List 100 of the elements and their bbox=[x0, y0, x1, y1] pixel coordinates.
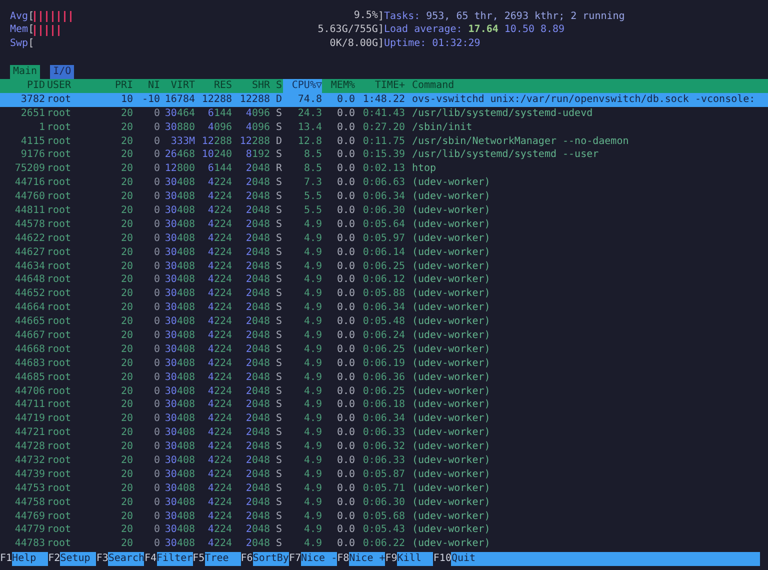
table-row[interactable]: 44811 root 20 0 30408 4224 2048 S 5.5 0.0 0:06.30 (udev-worker) bbox=[0, 204, 768, 218]
table-cell-text: 0 bbox=[152, 273, 160, 288]
table-cell-text: 30464 bbox=[164, 106, 195, 121]
function-key-button[interactable]: Setup bbox=[60, 552, 96, 566]
table-cell-text: 4224 bbox=[206, 246, 232, 260]
table-row[interactable]: 44711 root 20 0 30408 4224 2048 S 4.9 0.0 0:06.18 (udev-worker) bbox=[0, 398, 768, 412]
function-key-button[interactable]: Kill bbox=[397, 552, 434, 566]
table-cell-text: 0.0 bbox=[336, 370, 355, 385]
table-row[interactable]: 44665 root 20 0 30408 4224 2048 S 4.9 0.0 0:05.48 (udev-worker) bbox=[0, 315, 768, 329]
table-row[interactable]: 3782 root 10 -10 16784 12288 12288 D 74.8 0.0 1:48.22 ovs-vswitchd unix:/var/run/openvswitch/db.sock -vconsole: bbox=[0, 92, 768, 107]
tab[interactable]: Main bbox=[10, 65, 40, 79]
table-cell-text: 2048 bbox=[244, 190, 270, 204]
table-cell-text: 30408 bbox=[164, 384, 195, 398]
table-row[interactable]: 44760 root 20 0 30408 4224 2048 S 5.5 0.0 0:06.34 (udev-worker) bbox=[0, 190, 768, 204]
function-key-button[interactable]: Search bbox=[108, 552, 144, 566]
table-cell-text: S bbox=[275, 510, 283, 524]
table-cell-text: 0.0 bbox=[336, 287, 355, 302]
table-cell-text: 2048 bbox=[244, 482, 270, 496]
table-row[interactable]: 9176 root 20 0 26468 10240 8192 S 8.5 0.0 0:15.39 /usr/lib/systemd/systemd --user bbox=[0, 148, 768, 162]
table-row[interactable]: 44719 root 20 0 30408 4224 2048 S 4.9 0.0 0:06.34 (udev-worker) bbox=[0, 412, 768, 426]
table-cell-text: S bbox=[275, 176, 283, 190]
column-header[interactable]: S bbox=[270, 78, 283, 93]
function-key-button[interactable]: Nice + bbox=[349, 552, 386, 566]
table-row[interactable]: 44716 root 20 0 30408 4224 2048 S 7.3 0.0 0:06.63 (udev-worker) bbox=[0, 176, 768, 190]
table-cell-text: S bbox=[275, 412, 283, 426]
column-header[interactable]: SHR bbox=[232, 78, 270, 93]
column-header[interactable]: CPU%▽ bbox=[283, 78, 322, 93]
table-cell-text: 20 bbox=[120, 287, 133, 302]
table-row[interactable]: 44683 root 20 0 30408 4224 2048 S 4.9 0.0 0:06.19 (udev-worker) bbox=[0, 356, 768, 371]
table-row[interactable]: 4115 root 20 0 333M 12288 12288 D 12.8 0.0 0:11.75 /usr/sbin/NetworkManager --no-daemon bbox=[0, 134, 768, 148]
table-row[interactable]: 44706 root 20 0 30408 4224 2048 S 4.9 0.0 0:06.25 (udev-worker) bbox=[0, 384, 768, 398]
function-key-button[interactable]: Nice - bbox=[300, 552, 338, 566]
table-row[interactable]: 44668 root 20 0 30408 4224 2048 S 4.9 0.0 0:06.25 (udev-worker) bbox=[0, 342, 768, 357]
column-header[interactable]: USER bbox=[47, 78, 112, 93]
table-row[interactable]: 44634 root 20 0 30408 4224 2048 S 4.9 0.0 0:06.25 (udev-worker) bbox=[0, 260, 768, 274]
table-cell-text: root bbox=[47, 468, 72, 482]
table-cell-text: 20 bbox=[120, 162, 133, 176]
table-cell-text: root bbox=[47, 190, 72, 204]
table-cell-text: 30408 bbox=[164, 204, 195, 218]
table-row[interactable]: 2651 root 20 0 30464 6144 4096 S 24.3 0.0 0:41.43 /usr/lib/systemd/systemd-udevd bbox=[0, 106, 768, 121]
table-cell-text: 4.9 bbox=[302, 342, 322, 357]
table-row[interactable]: 44758 root 20 0 30408 4224 2048 S 4.9 0.0 0:06.30 (udev-worker) bbox=[0, 496, 768, 510]
column-header[interactable]: RES bbox=[195, 78, 232, 93]
table-row[interactable]: 44652 root 20 0 30408 4224 2048 S 4.9 0.0 0:05.88 (udev-worker) bbox=[0, 287, 768, 302]
table-cell-text: 0:06.34 bbox=[362, 412, 405, 426]
table-cell-text: 30408 bbox=[164, 523, 195, 538]
table-row[interactable]: 44783 root 20 0 30408 4224 2048 S 4.9 0.0 0:06.22 (udev-worker) bbox=[0, 537, 768, 552]
table-row[interactable]: 44728 root 20 0 30408 4224 2048 S 4.9 0.0 0:06.32 (udev-worker) bbox=[0, 440, 768, 454]
table-row[interactable]: 44664 root 20 0 30408 4224 2048 S 4.9 0.0 0:06.34 (udev-worker) bbox=[0, 301, 768, 316]
meter-value: 0K/8.00G bbox=[330, 37, 378, 52]
function-key-button[interactable]: SortBy bbox=[252, 552, 289, 566]
table-cell-text: 26468 bbox=[164, 148, 195, 162]
column-header[interactable]: TIME+ bbox=[355, 78, 405, 93]
column-header[interactable]: PRI bbox=[112, 78, 133, 93]
table-cell-text: 4224 bbox=[206, 204, 232, 218]
column-header[interactable]: MEM% bbox=[322, 78, 355, 93]
table-cell-text: 4224 bbox=[206, 496, 232, 510]
table-cell-text: 44627 bbox=[14, 246, 45, 260]
meter-value: 9.5% bbox=[354, 9, 378, 24]
bracket: [ bbox=[28, 37, 34, 52]
table-row[interactable]: 75209 root 20 0 12800 6144 2048 R 8.5 0.0 0:02.13 htop bbox=[0, 162, 768, 176]
column-header[interactable]: Command bbox=[412, 78, 454, 93]
table-cell-text: 5.5 bbox=[302, 204, 322, 218]
table-cell-text: root bbox=[47, 315, 72, 329]
table-cell-text: 0:06.34 bbox=[362, 301, 405, 316]
table-cell: (udev-worker) bbox=[412, 273, 490, 288]
column-header[interactable]: NI bbox=[133, 78, 160, 93]
table-cell-text: 44760 bbox=[14, 190, 45, 204]
table-row[interactable]: 44769 root 20 0 30408 4224 2048 S 4.9 0.0 0:05.68 (udev-worker) bbox=[0, 510, 768, 524]
table-cell-text: 20 bbox=[120, 218, 133, 232]
table-row[interactable]: 44721 root 20 0 30408 4224 2048 S 4.9 0.0 0:06.33 (udev-worker) bbox=[0, 426, 768, 440]
table-cell-text: root bbox=[47, 134, 72, 148]
table-cell-text: 20 bbox=[120, 440, 133, 454]
table-row[interactable]: 44779 root 20 0 30408 4224 2048 S 4.9 0.0 0:05.43 (udev-worker) bbox=[0, 523, 768, 538]
key-label: F5 bbox=[192, 552, 205, 566]
table-cell-text: 20 bbox=[120, 329, 133, 343]
table-cell-text: 2048 bbox=[244, 454, 270, 468]
table-cell-text: 0 bbox=[152, 537, 160, 552]
table-cell-text: 4224 bbox=[206, 287, 232, 302]
function-key-button[interactable]: Filter bbox=[156, 552, 193, 566]
table-cell-text: 2048 bbox=[244, 287, 270, 302]
table-cell-text: 2048 bbox=[244, 426, 270, 440]
table-row[interactable]: 44732 root 20 0 30408 4224 2048 S 4.9 0.0 0:06.33 (udev-worker) bbox=[0, 454, 768, 468]
table-row[interactable]: 44667 root 20 0 30408 4224 2048 S 4.9 0.0 0:06.24 (udev-worker) bbox=[0, 329, 768, 343]
column-header[interactable]: VIRT bbox=[160, 78, 195, 93]
table-row[interactable]: 44685 root 20 0 30408 4224 2048 S 4.9 0.0 0:06.36 (udev-worker) bbox=[0, 370, 768, 385]
table-row[interactable]: 44648 root 20 0 30408 4224 2048 S 4.9 0.0 0:06.12 (udev-worker) bbox=[0, 273, 768, 288]
table-row[interactable]: 44739 root 20 0 30408 4224 2048 S 4.9 0.0 0:05.87 (udev-worker) bbox=[0, 468, 768, 482]
function-key-button[interactable]: Help bbox=[12, 552, 48, 566]
table-row[interactable]: 44622 root 20 0 30408 4224 2048 S 4.9 0.0 0:05.97 (udev-worker) bbox=[0, 232, 768, 246]
column-header[interactable]: PID bbox=[0, 78, 45, 93]
function-key-button[interactable]: Quit bbox=[451, 552, 760, 566]
table-cell-text: S bbox=[275, 384, 283, 398]
table-cell-text: 4.9 bbox=[302, 398, 322, 412]
table-row[interactable]: 44578 root 20 0 30408 4224 2048 S 4.9 0.0 0:05.64 (udev-worker) bbox=[0, 218, 768, 232]
table-row[interactable]: 1 root 20 0 30880 4096 4096 S 13.4 0.0 0:27.20 /sbin/init bbox=[0, 120, 768, 135]
table-row[interactable]: 44627 root 20 0 30408 4224 2048 S 4.9 0.0 0:06.14 (udev-worker) bbox=[0, 246, 768, 260]
table-cell-text: 4.9 bbox=[302, 301, 322, 316]
table-cell-text: 20 bbox=[120, 523, 133, 538]
table-row[interactable]: 44753 root 20 0 30408 4224 2048 S 4.9 0.0 0:05.71 (udev-worker) bbox=[0, 482, 768, 496]
